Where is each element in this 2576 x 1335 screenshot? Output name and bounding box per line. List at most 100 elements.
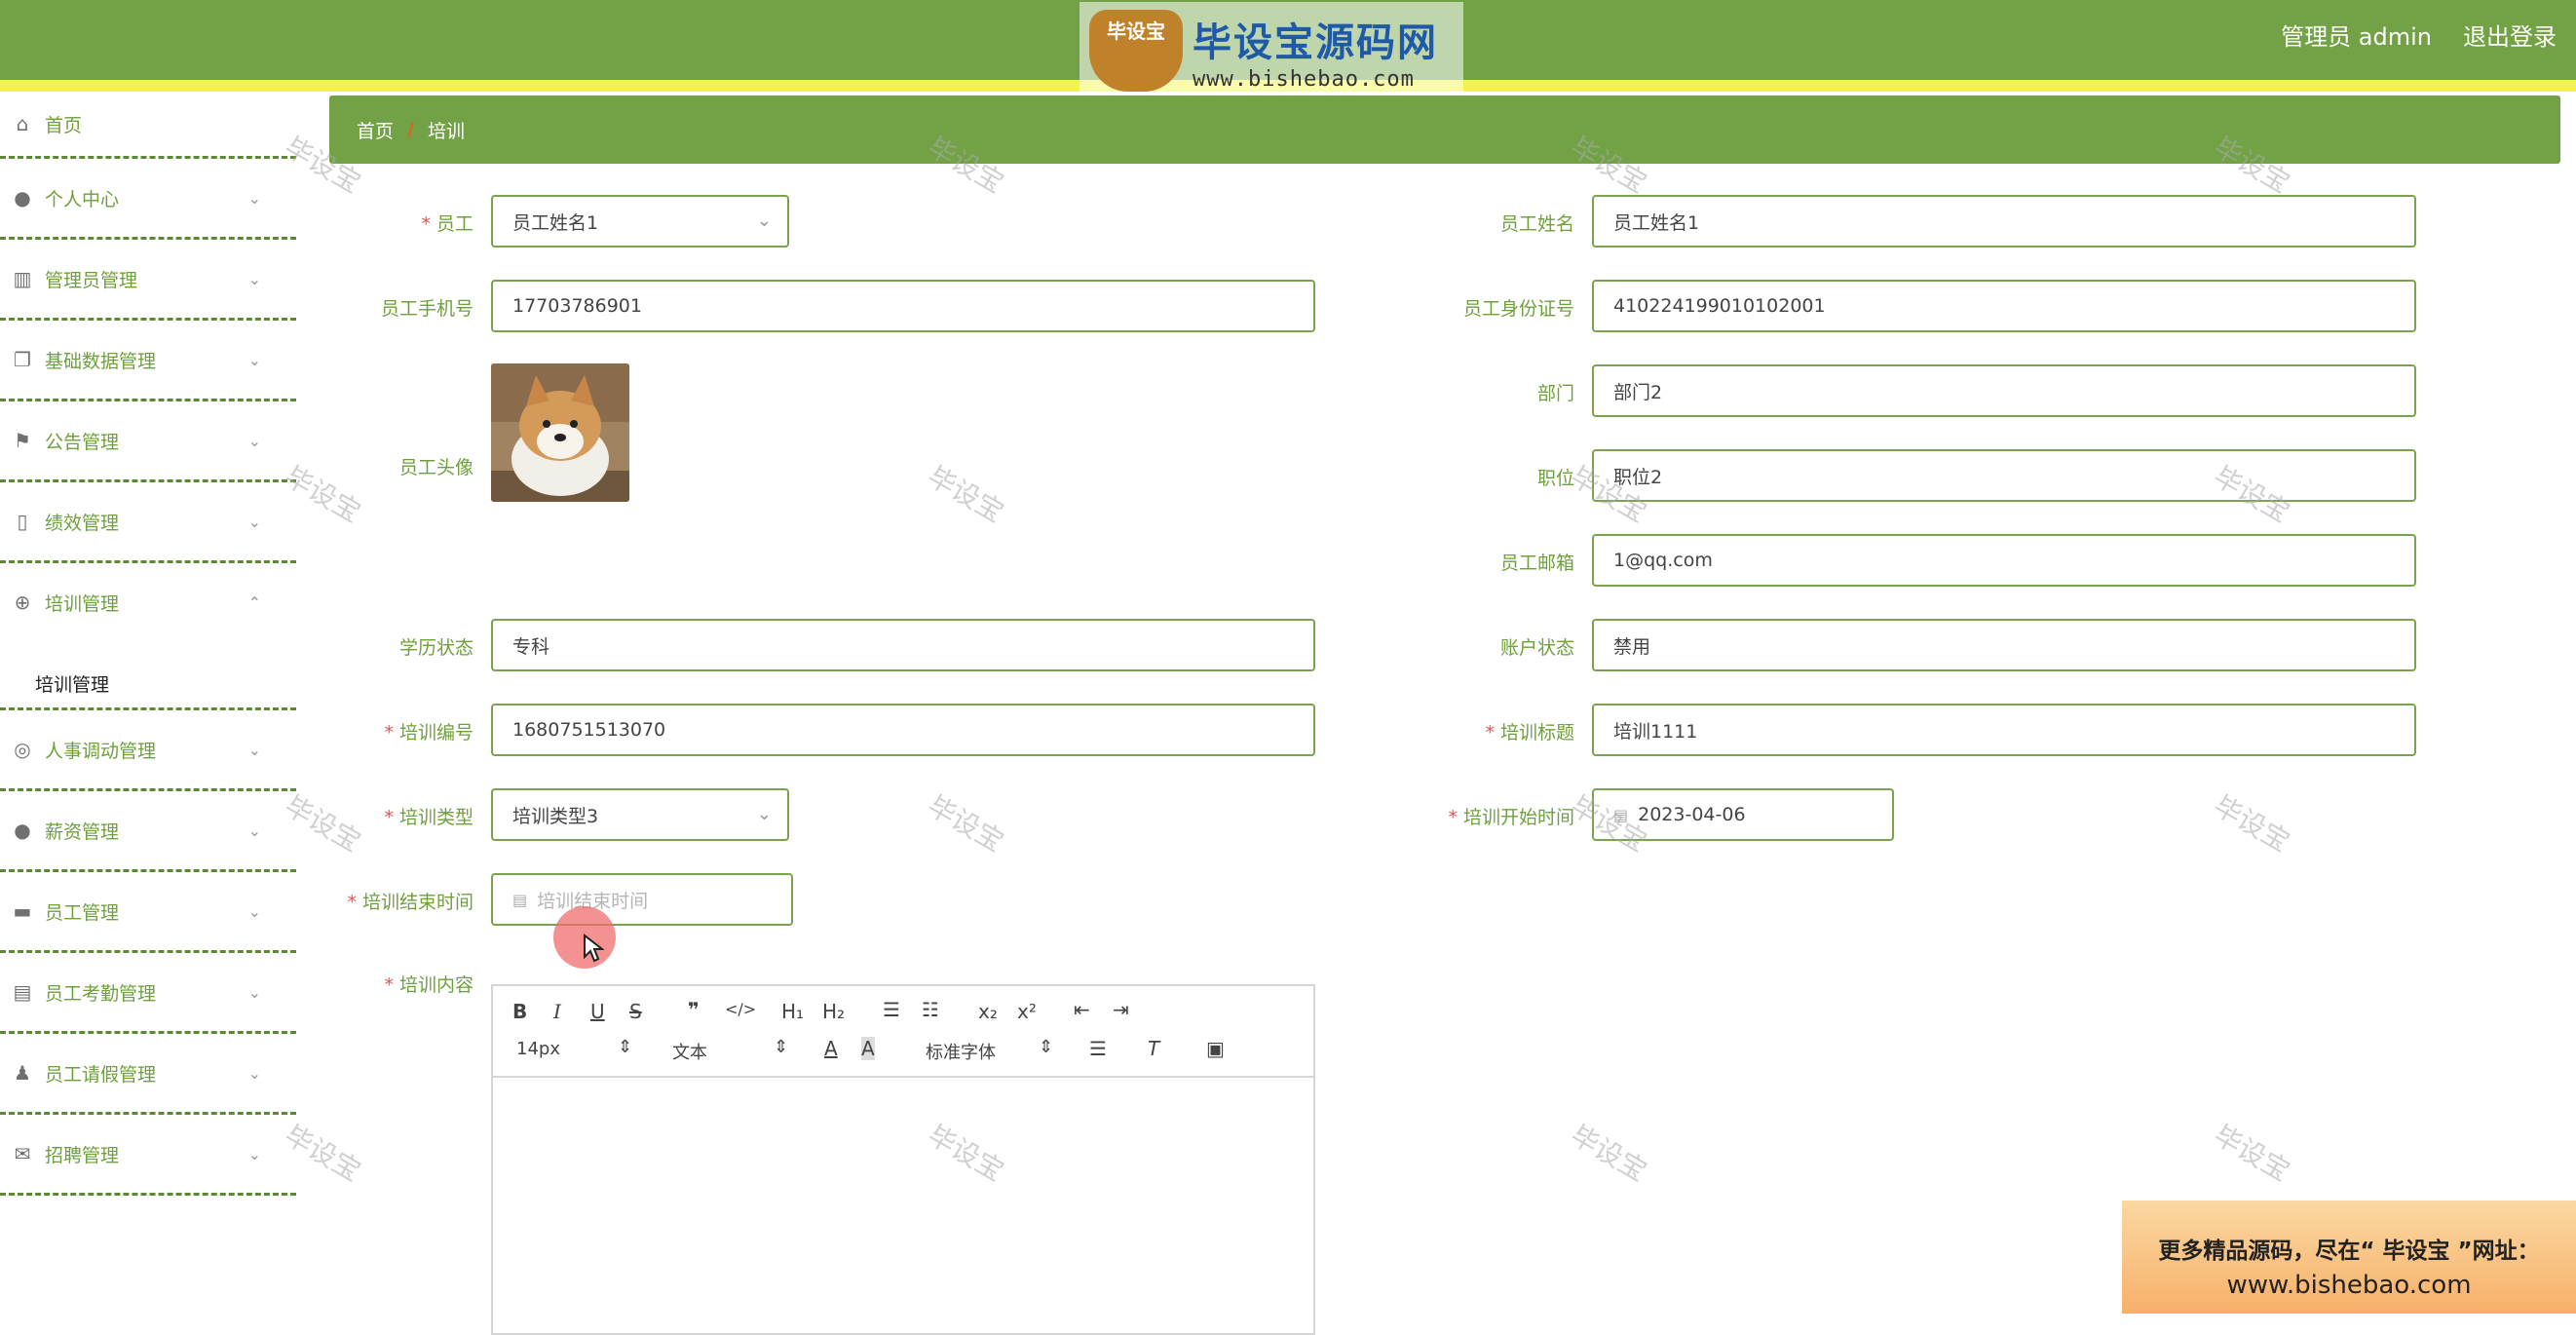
logo-badge: 毕设宝 — [1089, 10, 1183, 92]
superscript-icon[interactable]: x² — [1017, 1000, 1037, 1023]
employee-select-value: 员工姓名1 — [512, 211, 599, 234]
chevron-down-icon: ⌄ — [247, 350, 261, 369]
sidebar-item-performance[interactable]: ▯ 绩效管理 ⌄ — [0, 482, 296, 563]
sidebar-item-label: 员工请假管理 — [45, 1063, 157, 1086]
sidebar-item-label: 基础数据管理 — [45, 350, 157, 372]
employee-name-label: 员工姓名 — [1499, 213, 1574, 235]
strike-icon[interactable]: S — [629, 1000, 642, 1023]
phone-icon: ▯ — [17, 510, 28, 533]
education-label: 学历状态 — [398, 637, 474, 659]
watermark-text: 毕设宝 — [1565, 1119, 1652, 1188]
education-value: 专科 — [512, 635, 550, 658]
promo-banner[interactable]: 更多精品源码，尽在“ 毕设宝 ”网址： www.bishebao.com — [2122, 1201, 2576, 1314]
ordered-list-icon[interactable]: ☰ — [883, 998, 900, 1021]
subscript-icon[interactable]: x₂ — [978, 1000, 998, 1023]
mail-icon: ✉ — [14, 1142, 31, 1165]
train-title-value: 培训1111 — [1613, 720, 1698, 743]
train-type-select[interactable]: 培训类型3 ⌄ — [491, 788, 789, 841]
books-icon: ▥ — [13, 267, 32, 290]
train-no-label: * 培训编号 — [384, 722, 474, 744]
watermark-text: 毕设宝 — [922, 460, 1009, 529]
copy-icon: ❐ — [14, 348, 31, 371]
logo-url: www.bishebao.com — [1193, 66, 1415, 92]
font-size-arrows-icon: ⇕ — [618, 1037, 633, 1057]
current-user: 管理员 admin — [2281, 23, 2432, 51]
sidebar-item-label: 绩效管理 — [45, 512, 120, 534]
id-card-input[interactable]: 410224199010102001 — [1592, 280, 2416, 332]
mouse-pointer-icon — [584, 934, 604, 963]
chevron-down-icon: ⌄ — [247, 431, 261, 450]
clear-format-icon[interactable]: T — [1148, 1037, 1159, 1060]
image-icon[interactable]: ▣ — [1206, 1037, 1225, 1060]
account-value: 禁用 — [1613, 635, 1651, 658]
block-type-select[interactable]: 文本 — [672, 1039, 707, 1064]
employee-select[interactable]: 员工姓名1 ⌄ — [491, 195, 789, 248]
sidebar-item-label: 薪资管理 — [45, 820, 120, 843]
sidebar-item-leave[interactable]: ♟ 员工请假管理 ⌄ — [0, 1034, 296, 1115]
chevron-down-icon: ⌄ — [247, 512, 261, 531]
train-start-label: * 培训开始时间 — [1448, 807, 1574, 828]
h1-icon[interactable]: H₁ — [781, 1000, 804, 1023]
bold-icon[interactable]: B — [512, 1000, 527, 1023]
email-input[interactable]: 1@qq.com — [1592, 534, 2416, 587]
editor-toolbar: B I U S ❞ </> H₁ H₂ ☰ ☷ x₂ x² ⇤ ⇥ 14px ⇕… — [493, 986, 1313, 1078]
breadcrumb-home[interactable]: 首页 — [357, 117, 394, 143]
bullet-list-icon[interactable]: ☷ — [922, 998, 939, 1021]
train-content-label: * 培训内容 — [384, 974, 474, 996]
chevron-down-icon: ⌄ — [247, 1144, 261, 1163]
sidebar-item-label: 人事调动管理 — [45, 740, 157, 762]
watermark-text: 毕设宝 — [2208, 1119, 2295, 1188]
underline-icon[interactable]: U — [590, 1000, 605, 1023]
sidebar-item-basic-data[interactable]: ❐ 基础数据管理 ⌄ — [0, 321, 296, 401]
breadcrumb-current: 培训 — [427, 120, 465, 142]
department-label: 部门 — [1536, 383, 1574, 404]
employee-name-input[interactable]: 员工姓名1 — [1592, 195, 2416, 248]
flag-icon: ⚑ — [14, 429, 31, 452]
font-family-select[interactable]: 标准字体 — [926, 1039, 996, 1064]
employee-name-value: 员工姓名1 — [1613, 211, 1700, 234]
train-no-value: 1680751513070 — [512, 719, 666, 741]
watermark-text: 毕设宝 — [922, 789, 1009, 858]
train-end-input[interactable]: ▤ 培训结束时间 — [491, 873, 793, 926]
submenu-item-label: 培训管理 — [35, 674, 110, 696]
target-icon: ⊕ — [14, 591, 31, 614]
background-color-icon[interactable]: A — [861, 1037, 875, 1060]
site-logo-watermark: 毕设宝 毕设宝源码网 www.bishebao.com — [1080, 2, 1463, 99]
person-icon: ♟ — [14, 1061, 31, 1085]
sidebar-item-recruit[interactable]: ✉ 招聘管理 ⌄ — [0, 1115, 296, 1196]
sidebar-item-training[interactable]: ⊕ 培训管理 ⌃ — [0, 563, 296, 641]
code-icon[interactable]: </> — [725, 1000, 756, 1018]
indent-icon[interactable]: ⇥ — [1113, 998, 1129, 1021]
font-family-arrows-icon: ⇕ — [1039, 1037, 1054, 1057]
rich-text-editor[interactable]: B I U S ❞ </> H₁ H₂ ☰ ☷ x₂ x² ⇤ ⇥ 14px ⇕… — [491, 984, 1315, 1335]
email-value: 1@qq.com — [1613, 550, 1713, 571]
chevron-down-icon: ⌄ — [247, 269, 261, 288]
promo-text: 更多精品源码，尽在“ 毕设宝 ”网址： — [2158, 1239, 2540, 1264]
education-input[interactable]: 专科 — [491, 619, 1315, 671]
italic-icon[interactable]: I — [553, 1000, 561, 1023]
chevron-up-icon: ⌃ — [247, 592, 261, 612]
logout-link[interactable]: 退出登录 — [2463, 18, 2557, 52]
sidebar-item-label: 管理员管理 — [45, 269, 138, 291]
train-title-input[interactable]: 培训1111 — [1592, 704, 2416, 756]
quote-icon[interactable]: ❞ — [688, 998, 700, 1021]
train-type-value: 培训类型3 — [512, 805, 599, 827]
employee-label: * 员工 — [421, 213, 474, 235]
sidebar-item-home[interactable]: ⌂ 首页 — [0, 92, 296, 159]
font-color-icon[interactable]: A — [824, 1037, 838, 1060]
department-input[interactable]: 部门2 — [1592, 364, 2416, 417]
swap-icon: ◎ — [14, 738, 31, 761]
train-no-input[interactable]: 1680751513070 — [491, 704, 1315, 756]
outdent-icon[interactable]: ⇤ — [1074, 998, 1090, 1021]
employee-avatar — [491, 363, 629, 502]
font-size-select[interactable]: 14px — [516, 1039, 560, 1059]
phone-label: 员工手机号 — [380, 298, 474, 320]
phone-input[interactable]: 17703786901 — [491, 280, 1315, 332]
promo-url: www.bishebao.com — [2226, 1271, 2472, 1300]
ticket-icon: ▬ — [13, 899, 32, 923]
h2-icon[interactable]: H₂ — [822, 1000, 845, 1023]
align-icon[interactable]: ☰ — [1089, 1037, 1107, 1060]
sidebar-item-label: 员工管理 — [45, 901, 120, 924]
account-status-input[interactable]: 禁用 — [1592, 619, 2416, 671]
department-value: 部门2 — [1613, 381, 1663, 403]
